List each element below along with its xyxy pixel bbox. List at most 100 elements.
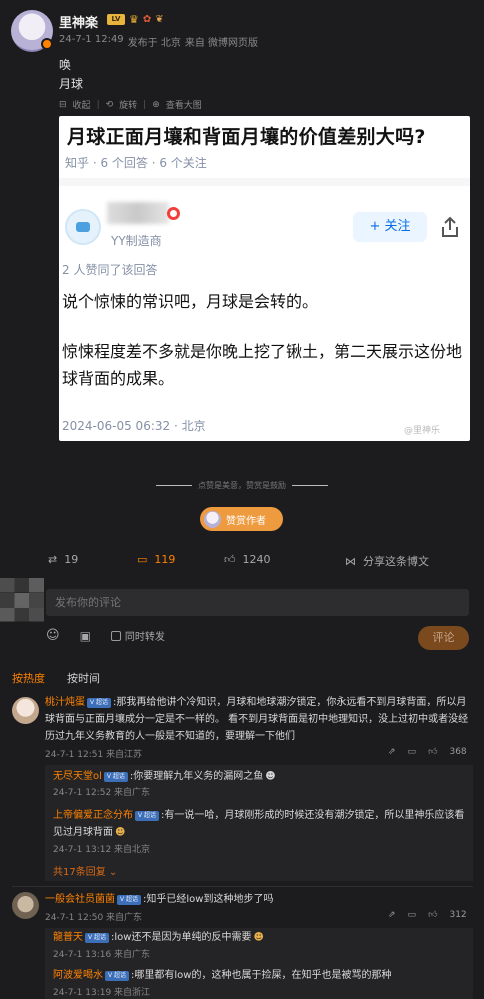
collapse-icon[interactable]: ⊟: [59, 100, 67, 110]
member-badge: V 超话: [87, 698, 112, 708]
share-label: 分享这条博文: [363, 555, 429, 568]
zhihu-answer-date: 2024-06-05 06:32 · 北京: [62, 419, 206, 433]
toolbar-divider: |: [96, 99, 100, 110]
zhihu-likes: 2 人赞同了该回答: [62, 263, 158, 277]
comment-tools: ⇗ ▭ 👍︎ 312: [388, 910, 467, 920]
reply-meta: 24-7-1 13:12 来自北京: [53, 845, 151, 855]
reply-text: :low还不是因为单纯的反中需要: [111, 932, 252, 943]
reply-author[interactable]: 上帝偏爱正念分布: [53, 810, 133, 821]
sort-by-time-tab[interactable]: 按时间: [67, 670, 100, 686]
view-large-button[interactable]: 查看大图: [166, 98, 202, 111]
bird-icon: ❦: [155, 14, 164, 25]
flame-icon: ✿: [142, 14, 152, 25]
reply-item: 阿波爱喝水 V 超话:哪里都有low的，这种也属于捡屎，在知乎也是被骂的那种: [53, 967, 391, 984]
repost-checkbox-label: 同时转发: [124, 632, 165, 643]
rotate-button[interactable]: 旋转: [119, 98, 137, 111]
repost-checkbox[interactable]: 同时转发: [110, 628, 165, 643]
repost-icon: ⇄: [48, 553, 58, 566]
tip-label: 赞赏作者: [226, 515, 266, 527]
member-badge: V 超话: [117, 895, 142, 905]
comment-share-icon[interactable]: ⇗: [388, 747, 396, 757]
emoji-icon: ☻: [253, 932, 264, 943]
comment-like-count: 368: [449, 747, 467, 757]
zhihu-divider: [59, 178, 470, 186]
zhihu-answer-line-1: 说个惊悚的常识吧，月球是会转的。: [62, 292, 319, 311]
zhihu-question-title: 月球正面月壤和背面月壤的价值差别大吗?: [67, 126, 426, 148]
comment-text: :知乎已经low到这种地步了吗: [143, 894, 274, 905]
level-badge-icon: LV: [107, 14, 125, 25]
submit-comment-button[interactable]: 评论: [418, 626, 469, 650]
more-replies-link[interactable]: 共17条回复 ⌄: [53, 863, 117, 878]
zhihu-author-name: YY制造商: [111, 234, 162, 248]
action-bar: ⇄ 19 ▭ 119 👍︎ 1240 ⋈ 分享这条博文: [0, 553, 484, 575]
post-body: 唤 月球: [59, 56, 83, 94]
reply-text: :哪里都有low的，这种也属于捡屎，在知乎也是被骂的那种: [131, 970, 392, 981]
collapse-button[interactable]: 收起: [73, 98, 91, 111]
comment-item: 桃汁炖蛋 V 超话:那我再给他讲个冷知识，月球和地球潮汐锁定，你永远看不到月球背面…: [45, 694, 473, 745]
image-upload-icon[interactable]: ▣: [80, 629, 91, 643]
comment-sort-tabs: 按热度 按时间: [12, 670, 100, 686]
comment-tools: ⇗ ▭ 👍︎ 368: [388, 747, 467, 757]
reply-thread: 无尽天堂ol V 超话:你要理解九年义务的漏网之鱼 ☻ 24-7-1 12:52 来…: [45, 765, 473, 881]
comment-meta: 24-7-1 12:51 来自江苏: [45, 750, 143, 760]
commenter-name[interactable]: 桃汁炖蛋: [45, 697, 85, 708]
reply-author[interactable]: 龍普天: [53, 932, 83, 943]
comment-divider: [12, 886, 473, 887]
like-button[interactable]: 👍︎ 1240: [224, 553, 271, 566]
share-button[interactable]: ⋈ 分享这条博文: [345, 553, 429, 569]
composer-toolbar: ☺ ▣ 同时转发: [46, 628, 165, 643]
member-badge: V 超话: [103, 772, 128, 782]
member-badge: V 超话: [135, 811, 160, 821]
reply-item: 上帝偏爱正念分布 V 超话:有一说一哈，月球刚形成的时候还没有潮汐锁定，所以里神乐…: [53, 807, 471, 841]
comment-icon: ▭: [137, 553, 148, 566]
comment-count: 119: [154, 553, 176, 566]
zhihu-author-avatar: [65, 209, 101, 245]
zhihu-follow-button: + 关注: [353, 212, 427, 242]
member-badge: V 超话: [85, 933, 110, 943]
repost-button[interactable]: ⇄ 19: [48, 553, 78, 566]
post-location: 发布于 北京: [127, 38, 181, 49]
author-badges: LV ♛ ✿ ❦: [107, 13, 164, 26]
image-toolbar: ⊟ 收起 | ⟲ 旋转 | ⊕ 查看大图: [59, 98, 202, 112]
reply-text: :你要理解九年义务的漏网之鱼: [129, 771, 264, 782]
image-watermark: @里神乐: [404, 426, 441, 436]
crown-icon: ♛: [129, 13, 139, 26]
post-image[interactable]: 月球正面月壤和背面月壤的价值差别大吗? 知乎 · 6 个回答 · 6 个关注 Y…: [59, 116, 470, 441]
rotate-icon[interactable]: ⟲: [106, 100, 114, 110]
commenter-avatar[interactable]: [12, 892, 39, 919]
author-name[interactable]: 里神楽: [59, 12, 98, 31]
repost-count: 19: [64, 553, 79, 566]
comment-like-icon[interactable]: 👍︎: [428, 910, 437, 920]
member-badge: V 超话: [105, 971, 130, 981]
verified-badge-icon: [41, 38, 53, 50]
emoji-icon: ☻: [115, 827, 126, 838]
share-icon: [442, 216, 458, 237]
comment-meta: 24-7-1 12:50 来自广东: [45, 913, 143, 923]
zhihu-question-meta: 知乎 · 6 个回答 · 6 个关注: [65, 156, 207, 170]
like-count: 1240: [242, 553, 271, 566]
emoji-icon[interactable]: ☺: [46, 628, 60, 643]
comment-reply-icon[interactable]: ▭: [408, 747, 417, 757]
reply-author[interactable]: 阿波爱喝水: [53, 970, 103, 981]
user-avatar-pixelated: [0, 578, 44, 622]
reply-item: 龍普天 V 超话:low还不是因为单纯的反中需要 ☻: [53, 929, 264, 946]
tip-author-button[interactable]: 赞赏作者: [200, 507, 283, 531]
sort-by-hot-tab[interactable]: 按热度: [12, 670, 45, 686]
comment-button[interactable]: ▭ 119: [137, 553, 175, 566]
comment-item: 一般会社员菌菌 V 超话:知乎已经low到这种地步了吗: [45, 891, 473, 908]
comment-input[interactable]: [46, 589, 469, 616]
checkbox-box[interactable]: [110, 631, 121, 641]
appreciation-caption: 点赞是美意，赞赏是鼓励: [0, 480, 484, 491]
comment-reply-icon[interactable]: ▭: [408, 910, 417, 920]
magnify-icon[interactable]: ⊕: [152, 100, 160, 110]
commenter-avatar[interactable]: [12, 697, 39, 724]
blurred-username: [107, 202, 169, 224]
reply-author[interactable]: 无尽天堂ol: [53, 771, 102, 782]
post-line-1: 唤: [59, 58, 72, 72]
post-timestamp[interactable]: 24-7-1 12:49: [59, 34, 124, 49]
commenter-name[interactable]: 一般会社员菌菌: [45, 894, 115, 905]
zhihu-verify-icon: [167, 207, 180, 220]
post-line-2: 月球: [59, 77, 84, 91]
comment-share-icon[interactable]: ⇗: [388, 910, 396, 920]
comment-like-icon[interactable]: 👍︎: [428, 747, 437, 757]
